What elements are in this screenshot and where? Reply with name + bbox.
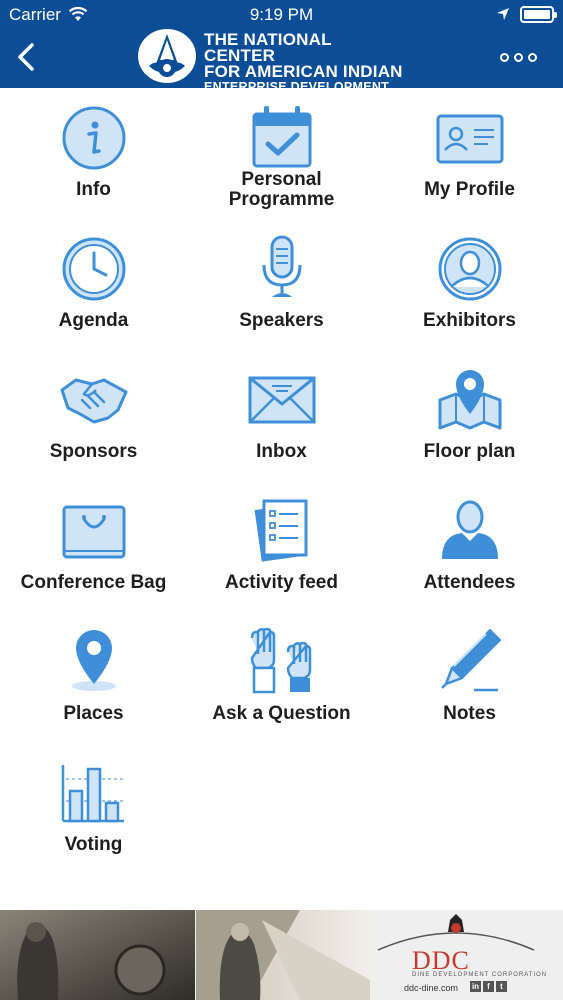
id-card-icon: [436, 114, 503, 164]
menu-item-label: Attendees: [423, 572, 516, 593]
documents-icon: [254, 499, 307, 562]
menu-item-label: Places: [63, 703, 124, 724]
menu-item-notes[interactable]: Notes: [376, 616, 563, 747]
menu-item-attendees[interactable]: Attendees: [376, 485, 563, 616]
pen-icon: [440, 629, 501, 692]
banner-photo: [0, 910, 370, 1000]
menu-item-label: Info: [76, 179, 111, 200]
menu-item-label: Speakers: [239, 310, 324, 331]
menu-item-label: Floor plan: [423, 441, 516, 462]
bag-icon: [62, 505, 125, 559]
menu-item-label: Conference Bag: [20, 572, 167, 593]
menu-item-label: Agenda: [58, 310, 129, 331]
brand-line-1: THE NATIONAL CENTER: [204, 30, 332, 65]
menu-item-label: Voting: [64, 834, 123, 855]
clock: 9:19 PM: [249, 5, 314, 24]
sponsor-banner[interactable]: DDC DINE DEVELOPMENT CORPORATION ddc-din…: [0, 910, 563, 1000]
menu-item-activity-feed[interactable]: Activity feed: [188, 485, 375, 616]
ncaied-logo: [138, 29, 196, 83]
menu-item-info[interactable]: Info: [0, 92, 187, 223]
location-arrow-icon: [497, 8, 509, 20]
menu-item-floor-plan[interactable]: Floor plan: [376, 354, 563, 485]
menu-item-inbox[interactable]: Inbox: [188, 354, 375, 485]
envelope-icon: [248, 376, 315, 424]
more-options-button[interactable]: [500, 48, 540, 66]
menu-item-speakers[interactable]: Speakers: [188, 223, 375, 354]
menu-item-exhibitors[interactable]: Exhibitors: [376, 223, 563, 354]
menu-item-sponsors[interactable]: Sponsors: [0, 354, 187, 485]
back-button[interactable]: [12, 40, 42, 74]
status-bar: Carrier 9:19 PM: [0, 0, 563, 30]
bar-chart-icon: [61, 765, 124, 823]
menu-item-conference-bag[interactable]: Conference Bag: [0, 485, 187, 616]
clock-icon: [62, 237, 125, 301]
brand-title: THE NATIONAL CENTER FOR AMERICAN INDIAN …: [204, 30, 404, 95]
menu-item-label: Personal Programme: [228, 169, 335, 210]
menu-item-personal-programme[interactable]: Personal Programme: [188, 92, 375, 223]
menu-item-agenda[interactable]: Agenda: [0, 223, 187, 354]
ddc-full-name: DINE DEVELOPMENT CORPORATION: [412, 972, 548, 978]
calendar-check-icon: [252, 106, 311, 168]
person-icon: [441, 500, 498, 559]
menu-item-ask-a-question[interactable]: Ask a Question: [188, 616, 375, 747]
facebook-icon[interactable]: f: [483, 981, 494, 992]
person-circle-icon: [438, 237, 501, 301]
microphone-icon: [262, 235, 301, 297]
menu-item-voting[interactable]: Voting: [0, 747, 187, 878]
handshake-icon: [60, 378, 127, 424]
menu-item-label: Exhibitors: [423, 310, 516, 331]
twitter-icon[interactable]: t: [496, 981, 507, 992]
menu-item-label: Sponsors: [49, 441, 138, 462]
map-pin-icon: [438, 370, 501, 430]
battery-icon: [520, 6, 557, 23]
menu-item-label: Ask a Question: [212, 703, 351, 724]
menu-item-label: Activity feed: [225, 572, 338, 593]
app-header: Carrier 9:19 PM THE NATIONAL CENTER FOR …: [0, 0, 563, 94]
ddc-website-link[interactable]: ddc-dine.com: [404, 983, 458, 993]
linkedin-icon[interactable]: in: [470, 981, 481, 992]
info-icon: [62, 106, 125, 170]
menu-item-label: Notes: [443, 703, 496, 724]
raised-hands-icon: [250, 627, 311, 694]
location-pin-icon: [71, 630, 116, 691]
menu-item-label: My Profile: [424, 179, 515, 200]
brand-line-2: FOR AMERICAN INDIAN: [204, 62, 403, 81]
menu-item-my-profile[interactable]: My Profile: [376, 92, 563, 223]
menu-item-places[interactable]: Places: [0, 616, 187, 747]
menu-item-label: Inbox: [256, 441, 307, 462]
